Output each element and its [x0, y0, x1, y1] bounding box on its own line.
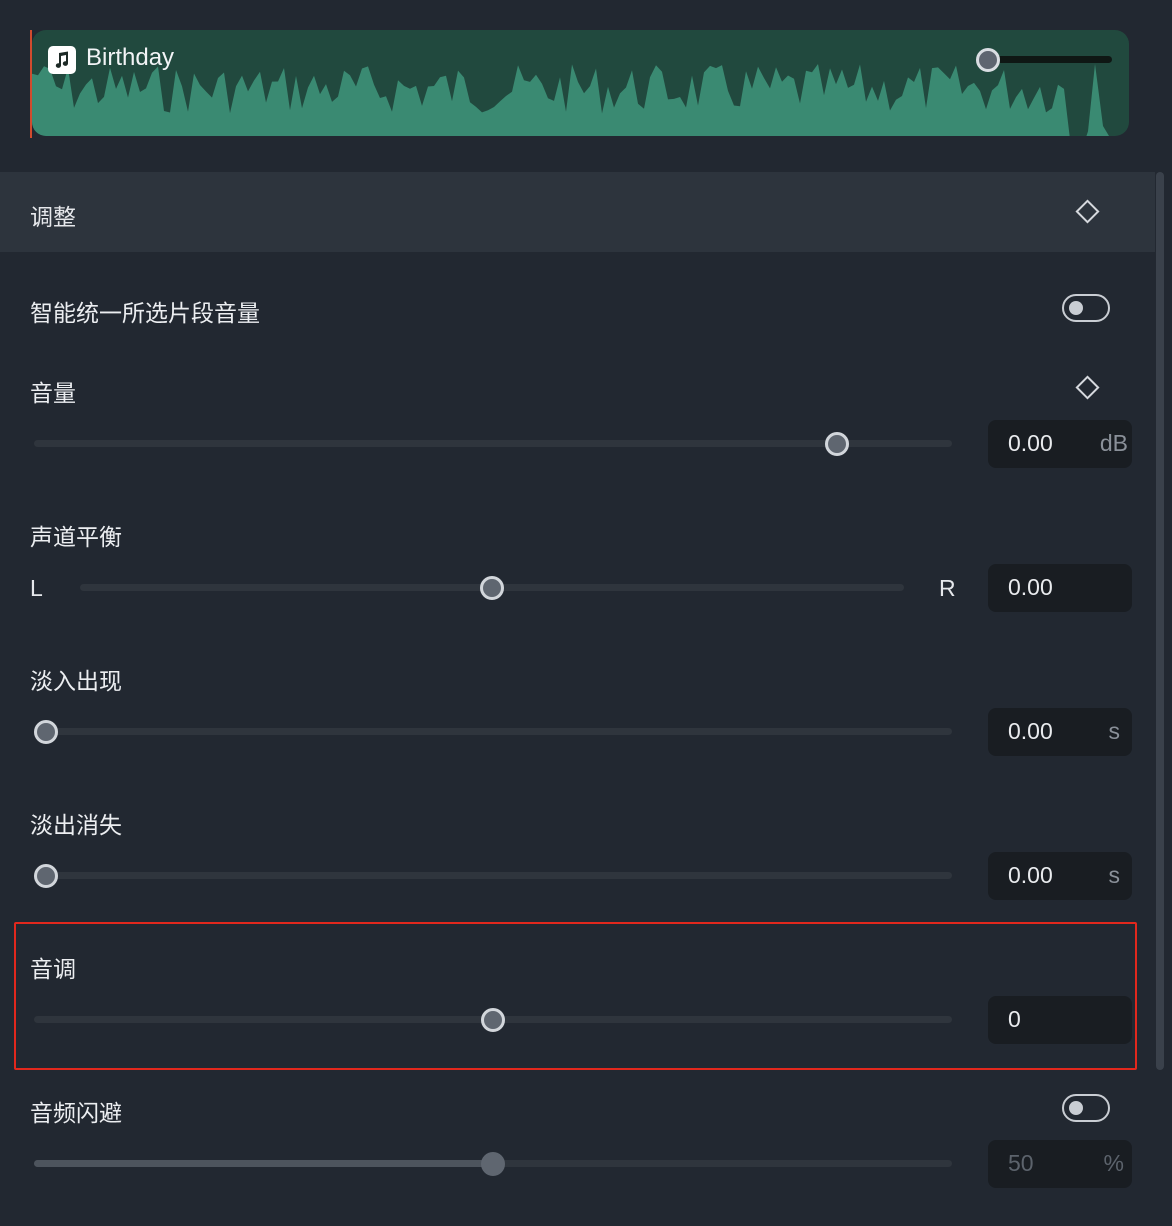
ducking-slider-fill	[34, 1160, 493, 1167]
fade-out-unit: s	[1108, 862, 1121, 888]
pitch-value: 0	[1008, 1006, 1021, 1032]
music-note-icon	[48, 46, 76, 74]
volume-slider-track[interactable]	[34, 440, 952, 447]
ducking-label: 音频闪避	[30, 1101, 122, 1127]
fade-out-slider-track[interactable]	[34, 872, 952, 879]
section-header[interactable]: 调整	[0, 172, 1155, 252]
balance-value-field[interactable]: 0.00	[988, 564, 1132, 612]
volume-value-field[interactable]: 0.00 dB	[988, 420, 1132, 468]
clip-volume-track[interactable]	[990, 56, 1112, 63]
pitch-label: 音调	[30, 957, 76, 983]
fade-out-slider-knob[interactable]	[34, 864, 58, 888]
fade-out-label: 淡出消失	[30, 813, 122, 839]
clip-area: Birthday	[0, 0, 1172, 172]
smart-volume-toggle[interactable]	[1062, 294, 1110, 322]
balance-slider-knob[interactable]	[480, 576, 504, 600]
fade-in-label: 淡入出现	[30, 669, 122, 695]
fade-in-slider-knob[interactable]	[34, 720, 58, 744]
audio-clip[interactable]: Birthday	[32, 30, 1129, 136]
balance-value: 0.00	[1008, 574, 1053, 600]
clip-name: Birthday	[86, 44, 175, 71]
fade-in-slider-track[interactable]	[34, 728, 952, 735]
volume-slider-knob[interactable]	[825, 432, 850, 456]
pitch-value-field[interactable]: 0	[988, 996, 1132, 1044]
fade-out-value: 0.00	[1008, 862, 1053, 888]
fade-out-value-field[interactable]: 0.00 s	[988, 852, 1132, 900]
clip-volume-knob[interactable]	[976, 48, 1000, 72]
volume-label: 音量	[30, 381, 76, 407]
balance-label: 声道平衡	[30, 525, 122, 551]
ducking-value-field: 50 %	[988, 1140, 1132, 1188]
volume-unit: dB	[1099, 430, 1128, 456]
volume-value: 0.00	[1008, 430, 1053, 456]
waveform	[32, 64, 1109, 136]
scrollbar[interactable]	[1156, 172, 1164, 1070]
fade-in-unit: s	[1108, 718, 1121, 744]
ducking-toggle[interactable]	[1062, 1094, 1110, 1122]
keyframe-diamond-icon[interactable]	[1075, 199, 1100, 224]
balance-right-label: R	[939, 575, 956, 601]
toggle-dot	[1069, 1101, 1083, 1115]
fade-in-value: 0.00	[1008, 718, 1053, 744]
balance-left-label: L	[30, 575, 43, 601]
fade-in-value-field[interactable]: 0.00 s	[988, 708, 1132, 756]
toggle-dot	[1069, 301, 1083, 315]
ducking-value: 50	[1008, 1150, 1034, 1176]
pitch-highlight-box	[14, 922, 1137, 1070]
section-title: 调整	[30, 205, 76, 231]
ducking-slider-knob	[481, 1152, 505, 1176]
smart-volume-label: 智能统一所选片段音量	[30, 301, 260, 327]
ducking-unit: %	[1103, 1150, 1124, 1176]
keyframe-diamond-icon[interactable]	[1075, 375, 1100, 400]
pitch-slider-knob[interactable]	[481, 1008, 505, 1032]
